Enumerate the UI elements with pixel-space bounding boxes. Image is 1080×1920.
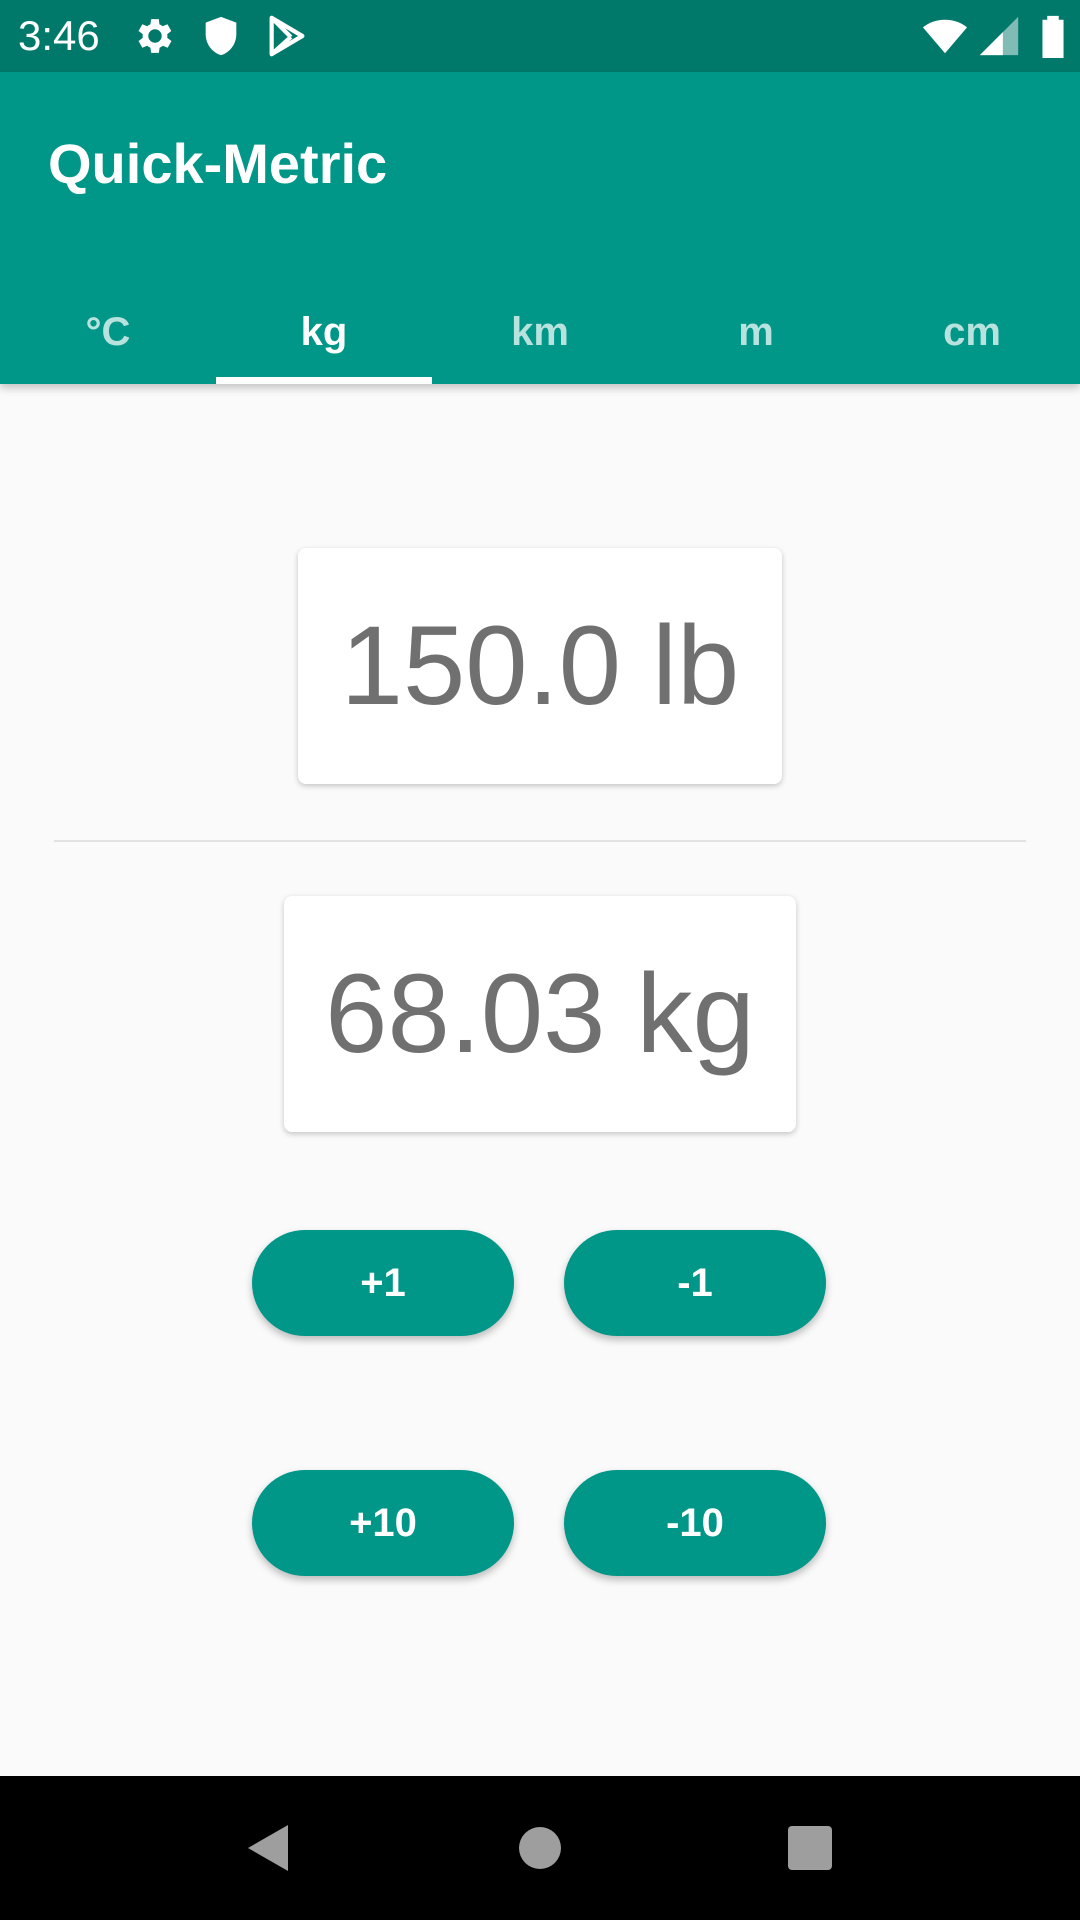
- tab-label: km: [511, 310, 569, 354]
- tab-cm[interactable]: cm: [864, 272, 1080, 384]
- battery-icon: [1030, 13, 1076, 59]
- output-value-card: 68.03 kg: [284, 896, 796, 1132]
- input-value-card: 150.0 lb: [298, 548, 782, 784]
- tab-celsius[interactable]: °C: [0, 272, 216, 384]
- gear-icon: [132, 13, 178, 59]
- recents-icon[interactable]: [760, 1798, 860, 1898]
- tab-kg[interactable]: kg: [216, 272, 432, 384]
- output-value: 68.03 kg: [325, 951, 755, 1076]
- wifi-icon: [922, 13, 968, 59]
- app-title: Quick-Metric: [48, 132, 388, 195]
- minus-ten-button[interactable]: -10: [564, 1470, 826, 1576]
- home-icon[interactable]: [490, 1798, 590, 1898]
- play-store-icon: [264, 13, 310, 59]
- plus-ten-button[interactable]: +10: [252, 1470, 514, 1576]
- status-bar: 3:46: [0, 0, 1080, 72]
- divider: [54, 840, 1026, 842]
- unit-tabs: °C kg km m cm: [0, 272, 1080, 384]
- plus-one-button[interactable]: +1: [252, 1230, 514, 1336]
- tab-label: m: [738, 310, 774, 354]
- tab-label: °C: [85, 310, 131, 354]
- status-time: 3:46: [18, 12, 100, 59]
- input-value: 150.0 lb: [340, 603, 740, 728]
- shield-icon: [198, 13, 244, 59]
- signal-icon: [976, 13, 1022, 59]
- navigation-bar: [0, 1776, 1080, 1920]
- back-icon[interactable]: [218, 1798, 318, 1898]
- tab-km[interactable]: km: [432, 272, 648, 384]
- tab-label: kg: [300, 310, 348, 354]
- tab-label: cm: [943, 310, 1001, 354]
- app-bar: Quick-Metric °C kg km m cm: [0, 72, 1080, 384]
- minus-one-button[interactable]: -1: [564, 1230, 826, 1336]
- tab-m[interactable]: m: [648, 272, 864, 384]
